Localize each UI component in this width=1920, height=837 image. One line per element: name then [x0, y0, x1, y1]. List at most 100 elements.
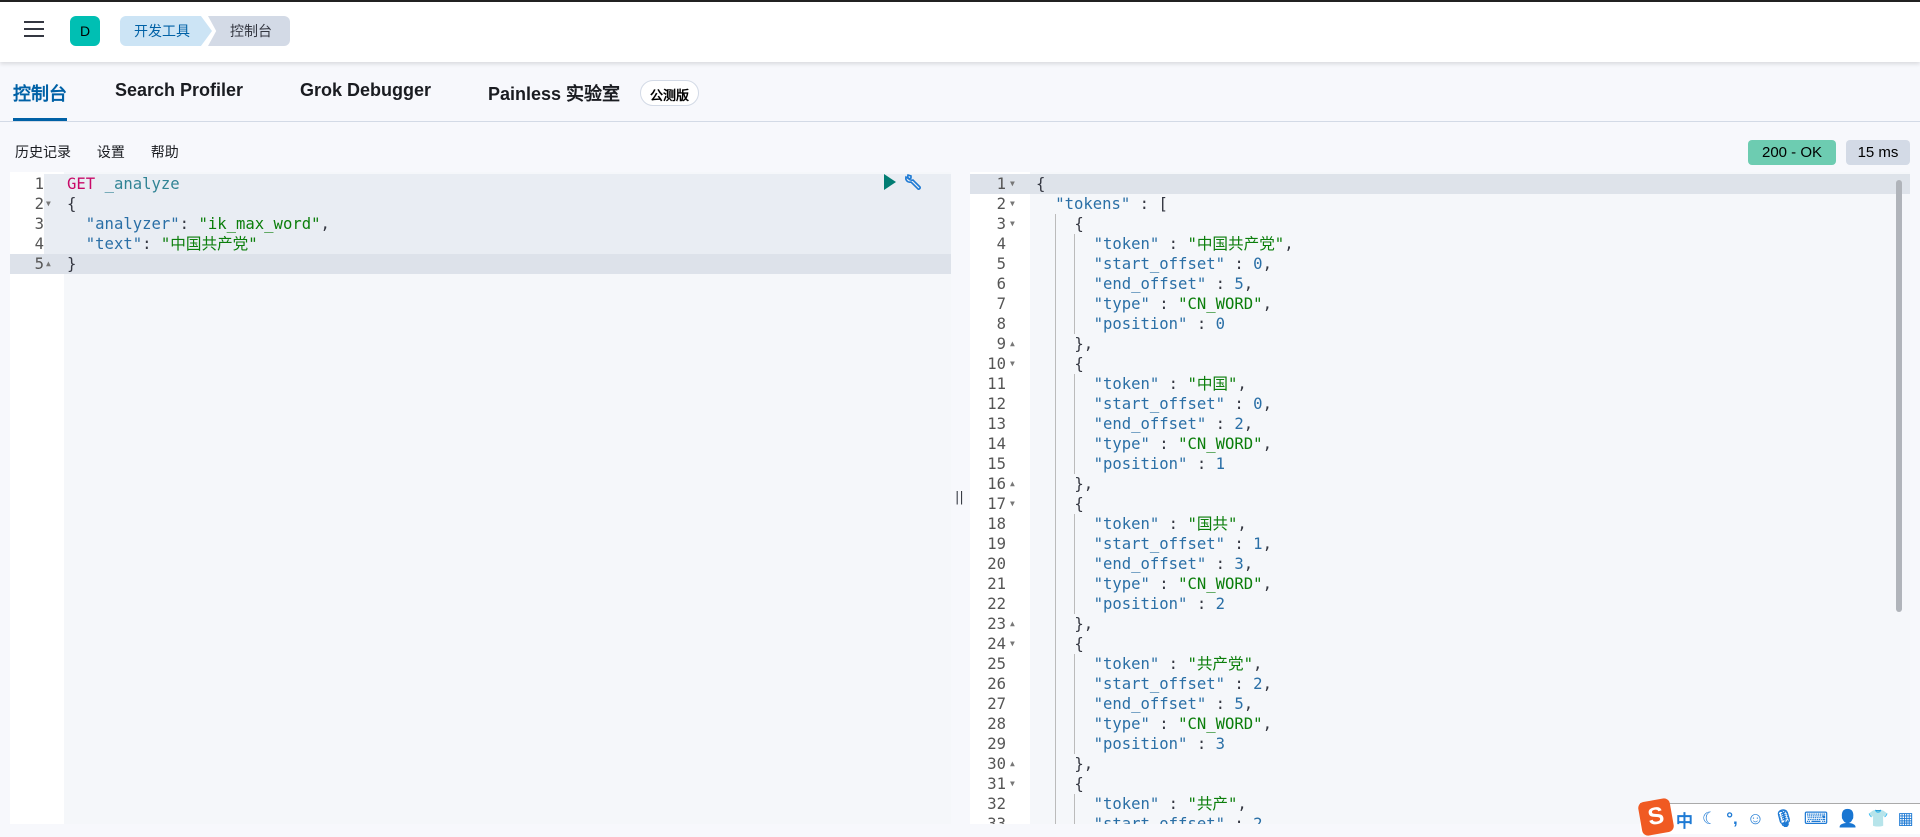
fold-collapse-icon[interactable]: ▼	[1010, 494, 1015, 514]
skin-icon[interactable]: 👕	[1867, 809, 1888, 829]
token-pun: },	[1074, 755, 1094, 773]
line-number: 23	[970, 614, 1006, 634]
tab-search-profiler[interactable]: Search Profiler	[115, 80, 243, 121]
token-num: 0	[1253, 255, 1263, 273]
code-line: 31 ▼ {	[970, 774, 1910, 794]
token-str: "中国共产党"	[160, 235, 258, 253]
token-key: "end_offset"	[1093, 695, 1207, 713]
tab-grok-debugger[interactable]: Grok Debugger	[300, 80, 431, 121]
token-key: "start_offset"	[1093, 395, 1225, 413]
fold-expand-icon[interactable]: ▲	[1010, 754, 1015, 774]
line-number: 12	[970, 394, 1006, 414]
token-pun: ,	[1243, 275, 1254, 293]
token-num: 0	[1215, 315, 1226, 333]
indent-guide	[1074, 234, 1093, 254]
fold-collapse-icon[interactable]: ▼	[1010, 774, 1015, 794]
wrench-icon[interactable]	[904, 172, 924, 192]
token-pun: ,	[1237, 795, 1247, 813]
fold-expand-icon[interactable]: ▲	[1010, 334, 1015, 354]
token-pun: :	[179, 215, 199, 233]
avatar[interactable]: D	[70, 16, 100, 46]
indent-guide	[1074, 714, 1093, 734]
history-link[interactable]: 历史记录	[15, 144, 71, 160]
token-str: "国共"	[1187, 515, 1238, 533]
indent-guide	[1055, 774, 1074, 794]
indent-guide	[1036, 254, 1055, 274]
line-number: 32	[970, 794, 1006, 814]
token-pun: ,	[1262, 395, 1272, 413]
line-number: 15	[970, 454, 1006, 474]
token-pun	[67, 235, 86, 253]
token-pun: :	[1159, 655, 1188, 673]
token-pun: :	[142, 235, 161, 253]
code-line: 19 "start_offset" : 1,	[970, 534, 1910, 554]
pane-resize-handle[interactable]: ||	[955, 490, 964, 505]
request-editor[interactable]: 1 GET _analyze 2 ▼ {3 "analyzer": "ik_max_wo…	[10, 172, 951, 824]
indent-guide	[1055, 714, 1074, 734]
indent-guide	[1036, 714, 1055, 734]
tab-console[interactable]: 控制台	[13, 80, 67, 121]
token-num: 2	[1234, 415, 1244, 433]
token-pun: {	[67, 195, 77, 213]
token-pun: ,	[1262, 675, 1272, 693]
line-number: 28	[970, 714, 1006, 734]
indent-guide	[1036, 774, 1055, 794]
moon-icon[interactable]: ☾	[1702, 809, 1717, 829]
user-icon[interactable]: 👤	[1837, 809, 1858, 829]
indent-guide	[1055, 614, 1074, 634]
line-number: 13	[970, 414, 1006, 434]
indent-guide	[1036, 594, 1055, 614]
line-number: 9	[970, 334, 1006, 354]
indent-guide	[1055, 514, 1074, 534]
code-line: 20 "end_offset" : 3,	[970, 554, 1910, 574]
indent-guide	[1055, 554, 1074, 574]
code-line: 4 "text": "中国共产党"	[10, 234, 951, 254]
token-pun: :	[1206, 415, 1235, 433]
token-pun: },	[1074, 335, 1094, 353]
line-number: 20	[970, 554, 1006, 574]
sogou-logo-icon[interactable]: S	[1637, 797, 1675, 837]
code-line: 6 "end_offset" : 5,	[970, 274, 1910, 294]
fold-collapse-icon[interactable]: ▼	[1010, 214, 1015, 234]
fold-collapse-icon[interactable]: ▼	[46, 194, 51, 214]
indent-guide	[1055, 574, 1074, 594]
ime-mode-toggle[interactable]: 中	[1676, 807, 1693, 832]
run-request-icon[interactable]	[884, 174, 896, 190]
response-viewer[interactable]: 1 ▼{2 ▼ "tokens" : [3 ▼{4 "token" : "中国共产党", 5…	[970, 172, 1910, 824]
line-number: 4	[10, 234, 44, 254]
status-badge: 200 - OK	[1748, 140, 1836, 165]
indent-guide	[1036, 354, 1055, 374]
breadcrumb-dev-tools[interactable]: 开发工具	[120, 16, 212, 46]
fold-collapse-icon[interactable]: ▼	[1010, 634, 1015, 654]
code-line: 1 ▼ {	[970, 174, 1910, 194]
token-kw: GET	[67, 175, 96, 193]
breadcrumb-console: 控制台	[208, 16, 290, 46]
token-key: "token"	[1093, 515, 1160, 533]
indent-guide	[1055, 354, 1074, 374]
token-pun: :	[1225, 395, 1254, 413]
indent-guide	[1055, 694, 1074, 714]
tab-painless-lab[interactable]: Painless 实验室	[488, 80, 620, 121]
fold-collapse-icon[interactable]: ▼	[1010, 194, 1015, 214]
keyboard-icon[interactable]: ⌨	[1804, 809, 1829, 829]
microphone-icon[interactable]: 🎙	[1773, 809, 1795, 829]
help-link[interactable]: 帮助	[151, 144, 179, 160]
punctuation-icon[interactable]: °,	[1726, 809, 1738, 829]
fold-collapse-icon[interactable]: ▼	[1010, 354, 1015, 374]
indent-guide	[1074, 394, 1093, 414]
settings-link[interactable]: 设置	[97, 144, 125, 160]
hamburger-menu-icon[interactable]	[24, 21, 44, 37]
fold-collapse-icon[interactable]: ▼	[1010, 174, 1015, 194]
token-num: 3	[1234, 555, 1244, 573]
apps-icon[interactable]: ▦	[1898, 809, 1914, 829]
token-pun: :	[1149, 435, 1179, 453]
token-key: "token"	[1093, 375, 1160, 393]
fold-expand-icon[interactable]: ▲	[46, 254, 51, 274]
fold-expand-icon[interactable]: ▲	[1010, 474, 1015, 494]
response-scrollbar[interactable]	[1896, 180, 1902, 612]
fold-expand-icon[interactable]: ▲	[1010, 614, 1015, 634]
token-pun: :	[1187, 735, 1216, 753]
emoji-icon[interactable]: ☺	[1747, 809, 1764, 829]
token-num: 5	[1234, 275, 1244, 293]
indent-guide	[1074, 554, 1093, 574]
